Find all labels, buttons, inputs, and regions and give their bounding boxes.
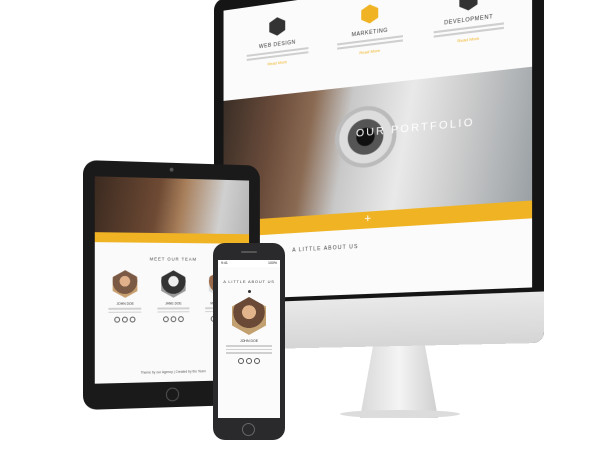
plus-icon[interactable]: + (364, 212, 371, 225)
social-icons (155, 316, 191, 322)
member-name: JANE DOE (155, 302, 191, 306)
social-icon[interactable] (254, 358, 260, 364)
feature-card: WEB DESIGN Read More (243, 12, 313, 69)
team-member: JANE DOE (155, 270, 191, 322)
feature-row: WEB DESIGN Read More MARKETING Read More (233, 0, 520, 71)
social-icon[interactable] (178, 316, 184, 322)
avatar (232, 297, 266, 335)
home-button[interactable] (242, 423, 255, 436)
earpiece (241, 251, 257, 253)
social-icon[interactable] (130, 317, 136, 323)
iphone-screen: 9:41 100% A LITTLE ABOUT US JOHN DOE (218, 260, 280, 418)
camera-icon (170, 168, 174, 172)
imac-foot (340, 410, 460, 418)
imac-stand (360, 340, 438, 418)
social-icon[interactable] (246, 358, 252, 364)
social-icons (107, 317, 144, 323)
about-heading: A LITTLE ABOUT US (218, 279, 280, 284)
avatar (113, 270, 138, 298)
social-icon[interactable] (238, 358, 244, 364)
ipad-hero-image (95, 176, 249, 234)
star-icon (361, 3, 378, 24)
gear-icon (459, 0, 477, 12)
social-icon[interactable] (122, 317, 128, 323)
portfolio-hero-image: OUR PORTFOLIO (224, 67, 533, 222)
social-icon[interactable] (171, 316, 177, 322)
social-icons (218, 358, 280, 364)
dot-icon (248, 290, 251, 293)
member-name: JOHN DOE (107, 302, 144, 306)
member-name: JOHN DOE (218, 339, 280, 343)
feature-card: MARKETING Read More (333, 0, 407, 59)
social-icon[interactable] (115, 317, 121, 323)
device-mockup-stage: WEB DESIGN Read More MARKETING Read More (0, 0, 600, 450)
team-member: JOHN DOE (107, 270, 144, 323)
home-button[interactable] (166, 387, 179, 401)
social-icon[interactable] (163, 316, 169, 322)
status-time: 9:41 (221, 261, 228, 266)
about-heading: A LITTLE ABOUT US (292, 244, 358, 254)
iphone-device: 9:41 100% A LITTLE ABOUT US JOHN DOE (213, 243, 285, 440)
avatar (161, 270, 185, 297)
pen-icon (269, 16, 285, 37)
feature-card: DEVELOPMENT Read More (429, 0, 508, 47)
battery-status: 100% (268, 261, 277, 266)
status-bar: 9:41 100% (218, 260, 280, 267)
